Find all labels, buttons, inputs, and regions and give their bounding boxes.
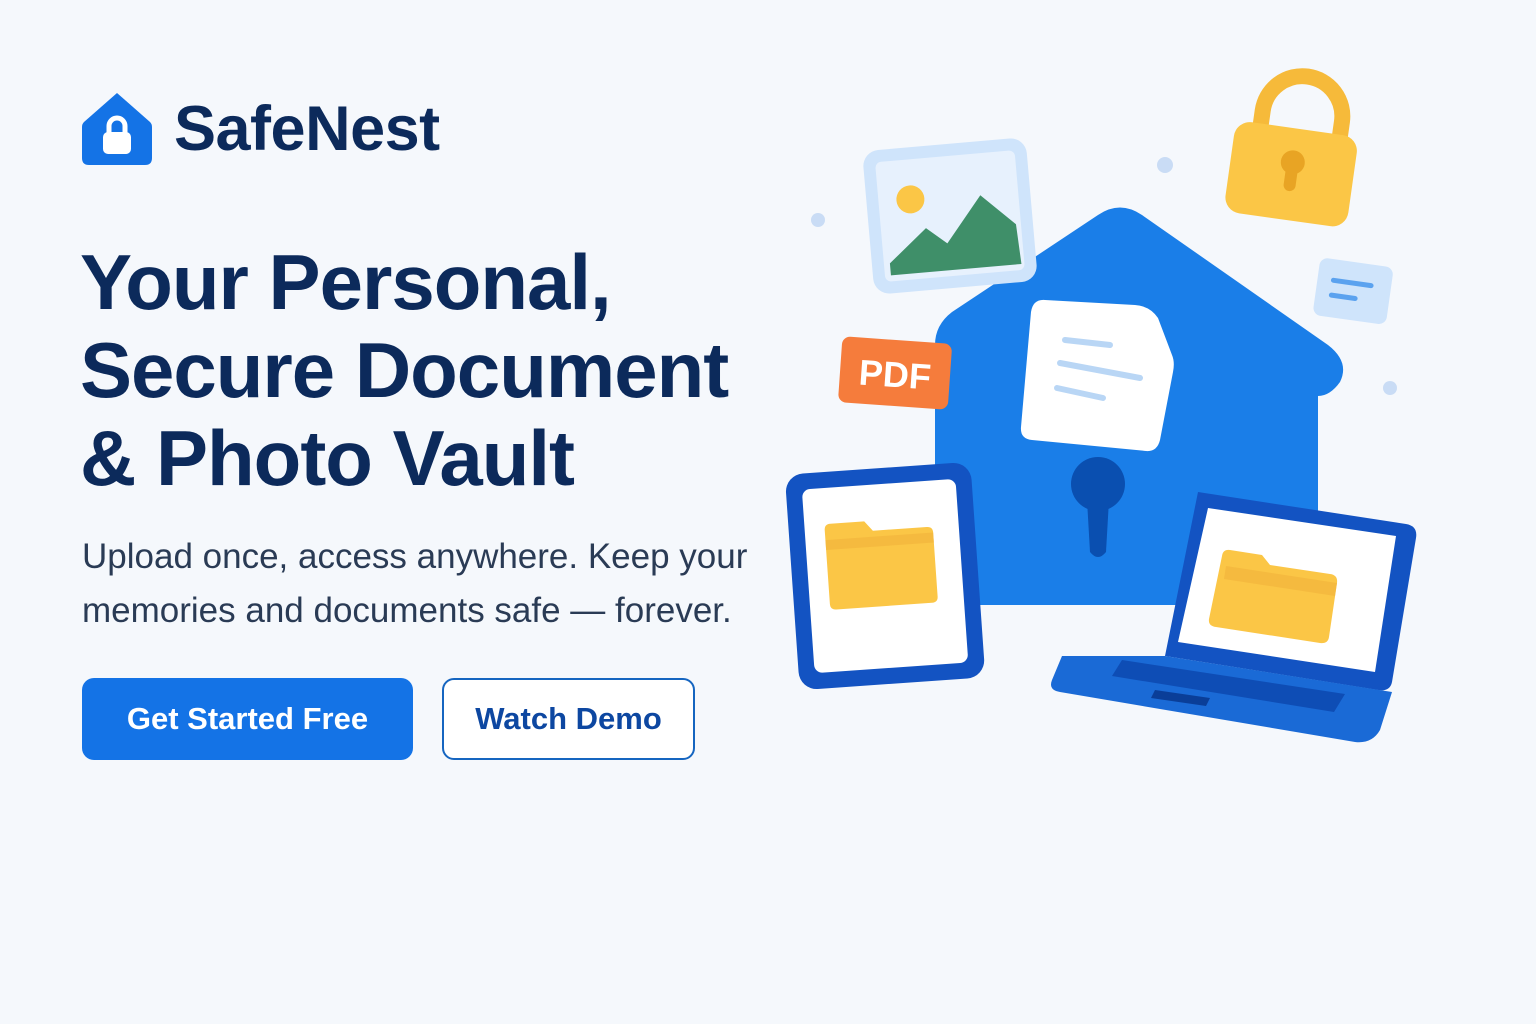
- vault-illustration: PDF: [785, 68, 1417, 743]
- headline-line-3: & Photo Vault: [80, 414, 575, 502]
- document-icon: [1020, 299, 1174, 452]
- house-lock-icon: [82, 93, 152, 165]
- hero-headline: Your Personal, Secure Document & Photo V…: [80, 238, 780, 502]
- message-icon: [1313, 258, 1393, 324]
- get-started-button[interactable]: Get Started Free: [82, 678, 413, 760]
- brand-name: SafeNest: [174, 93, 440, 164]
- brand: SafeNest: [82, 92, 440, 166]
- subtitle-line-2: memories and documents safe — forever.: [82, 591, 732, 630]
- headline-line-2: Secure Document: [80, 326, 729, 414]
- subtitle-line-1: Upload once, access anywhere. Keep your: [82, 537, 748, 576]
- headline-line-1: Your Personal,: [80, 238, 612, 326]
- watch-demo-button[interactable]: Watch Demo: [442, 678, 695, 760]
- hero-subtitle: Upload once, access anywhere. Keep your …: [82, 530, 782, 638]
- padlock-icon: [1225, 68, 1357, 227]
- image-icon: [863, 138, 1037, 294]
- tablet-folder-icon: [785, 462, 985, 690]
- pdf-icon: PDF: [838, 336, 952, 410]
- pdf-badge-label: PDF: [858, 352, 933, 398]
